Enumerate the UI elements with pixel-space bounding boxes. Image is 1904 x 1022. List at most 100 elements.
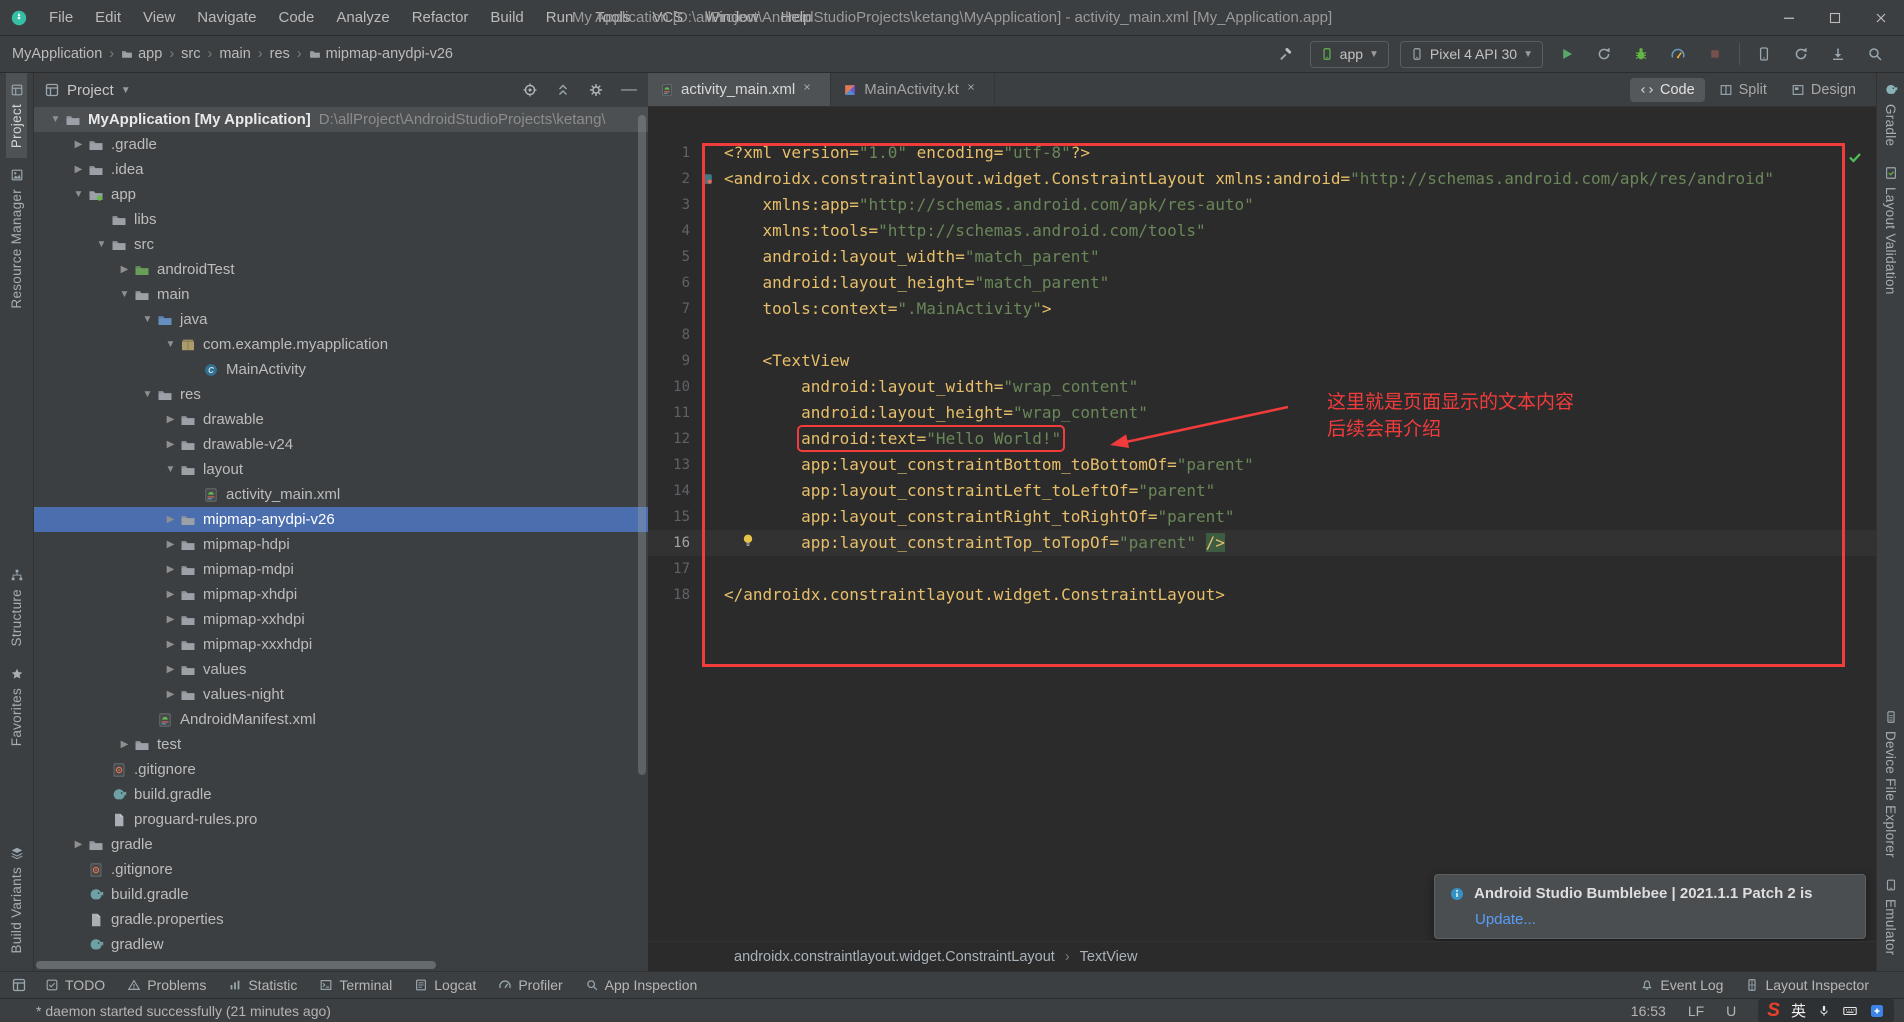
breadcrumb-item-res[interactable]: res — [270, 46, 290, 62]
tree-item-drawable[interactable]: ▶ drawable — [34, 407, 648, 432]
tree-chevron-expanded[interactable]: ▼ — [161, 339, 180, 350]
tree-item-build-gradle[interactable]: build.gradle — [34, 782, 648, 807]
inspections-ok-icon[interactable] — [1847, 149, 1863, 165]
tool-stripe-structure[interactable]: Structure — [6, 558, 27, 656]
line-number[interactable]: 2 — [648, 166, 690, 192]
breadcrumb-item-myapplication[interactable]: MyApplication — [12, 46, 102, 62]
code-line-15[interactable]: 15 app:layout_constraintRight_toRightOf=… — [648, 504, 1876, 530]
tree-item-values-night[interactable]: ▶ values-night — [34, 682, 648, 707]
layout-gutter-icon[interactable] — [700, 172, 714, 186]
view-mode-split[interactable]: Split — [1709, 78, 1777, 102]
sogou-logo-icon[interactable]: S — [1767, 1000, 1780, 1021]
line-number[interactable]: 12 — [648, 426, 690, 452]
tree-chevron-expanded[interactable]: ▼ — [92, 239, 111, 250]
tree-item-mainactivity[interactable]: C MainActivity — [34, 357, 648, 382]
tree-item-gitignore[interactable]: .gitignore — [34, 757, 648, 782]
tree-chevron-expanded[interactable]: ▼ — [46, 114, 65, 125]
search-everywhere-button[interactable] — [1862, 41, 1888, 67]
tree-item-test[interactable]: ▶ test — [34, 732, 648, 757]
editor-tab-mainactivity-kt[interactable]: MainActivity.kt — [831, 73, 995, 106]
close-button[interactable] — [1858, 0, 1904, 35]
code-line-13[interactable]: 13 app:layout_constraintBottom_toBottomO… — [648, 452, 1876, 478]
tree-item-gradle[interactable]: ▶ .gradle — [34, 132, 648, 157]
tool-stripe-gradle[interactable]: Gradle — [1880, 73, 1901, 156]
toolbar-button-app-inspection[interactable]: App Inspection — [574, 972, 709, 999]
microphone-icon[interactable] — [1817, 1004, 1831, 1018]
code-line-10[interactable]: 10 android:layout_width="wrap_content" — [648, 374, 1876, 400]
tree-chevron-collapsed[interactable]: ▶ — [161, 514, 180, 525]
code-line-4[interactable]: 4 xmlns:tools="http://schemas.android.co… — [648, 218, 1876, 244]
line-number[interactable]: 10 — [648, 374, 690, 400]
toolbar-button-terminal[interactable]: Terminal — [308, 972, 403, 999]
tree-item-com-example-myapplication[interactable]: ▼ com.example.myapplication — [34, 332, 648, 357]
tree-item-build-gradle[interactable]: build.gradle — [34, 882, 648, 907]
intention-bulb-icon[interactable] — [740, 532, 756, 548]
tree-chevron-collapsed[interactable]: ▶ — [161, 564, 180, 575]
tool-stripe-resource-manager[interactable]: Resource Manager — [6, 158, 27, 319]
update-notification[interactable]: Android Studio Bumblebee | 2021.1.1 Patc… — [1434, 874, 1866, 939]
tree-item-androidtest[interactable]: ▶ androidTest — [34, 257, 648, 282]
chevron-down-icon[interactable]: ▼ — [121, 85, 131, 96]
line-number[interactable]: 13 — [648, 452, 690, 478]
tree-item-src[interactable]: ▼ src — [34, 232, 648, 257]
menu-analyze[interactable]: Analyze — [325, 0, 400, 35]
stop-button[interactable] — [1702, 41, 1728, 67]
profile-button[interactable] — [1665, 41, 1691, 67]
status-message[interactable]: * daemon started successfully (21 minute… — [36, 1003, 331, 1019]
run-button[interactable] — [1554, 41, 1580, 67]
line-ending-widget[interactable]: LF — [1688, 1003, 1704, 1019]
code-line-8[interactable]: 8 — [648, 322, 1876, 348]
ime-language-indicator[interactable]: 英 — [1791, 1000, 1806, 1021]
tree-chevron-expanded[interactable]: ▼ — [161, 464, 180, 475]
tree-item-res[interactable]: ▼ res — [34, 382, 648, 407]
collapse-all-button[interactable] — [554, 81, 572, 99]
tool-stripe-layout-validation[interactable]: Layout Validation — [1880, 156, 1901, 305]
close-tab-icon[interactable] — [802, 82, 818, 98]
toolbar-button-statistic[interactable]: Statistic — [217, 972, 308, 999]
menu-file[interactable]: File — [38, 0, 84, 35]
line-number[interactable]: 16 — [648, 530, 690, 556]
tree-item-mipmap-mdpi[interactable]: ▶ mipmap-mdpi — [34, 557, 648, 582]
code-line-11[interactable]: 11 android:layout_height="wrap_content" — [648, 400, 1876, 426]
maximize-button[interactable] — [1812, 0, 1858, 35]
encoding-widget[interactable]: U — [1726, 1003, 1736, 1019]
device-dropdown[interactable]: Pixel 4 API 30 ▼ — [1399, 40, 1543, 68]
tree-chevron-collapsed[interactable]: ▶ — [161, 539, 180, 550]
code-line-5[interactable]: 5 android:layout_width="match_parent" — [648, 244, 1876, 270]
ime-toolbox-icon[interactable] — [1869, 1003, 1885, 1019]
line-number[interactable]: 3 — [648, 192, 690, 218]
code-line-17[interactable]: 17 — [648, 556, 1876, 582]
breadcrumb-item-app[interactable]: app — [121, 46, 162, 62]
line-number[interactable]: 18 — [648, 582, 690, 608]
line-number[interactable]: 6 — [648, 270, 690, 296]
tree-item-mipmap-hdpi[interactable]: ▶ mipmap-hdpi — [34, 532, 648, 557]
code-line-9[interactable]: 9 <TextView — [648, 348, 1876, 374]
tree-chevron-collapsed[interactable]: ▶ — [161, 639, 180, 650]
tree-item-main[interactable]: ▼ main — [34, 282, 648, 307]
tree-chevron-expanded[interactable]: ▼ — [138, 314, 157, 325]
code-line-16[interactable]: 16 app:layout_constraintTop_toTopOf="par… — [648, 530, 1876, 556]
menu-navigate[interactable]: Navigate — [186, 0, 267, 35]
minimize-button[interactable] — [1766, 0, 1812, 35]
tree-chevron-collapsed[interactable]: ▶ — [161, 614, 180, 625]
keyboard-icon[interactable] — [1842, 1003, 1858, 1019]
tool-stripe-favorites[interactable]: Favorites — [6, 657, 27, 756]
breadcrumb-element[interactable]: TextView — [1080, 949, 1138, 965]
tree-item-idea[interactable]: ▶ .idea — [34, 157, 648, 182]
tool-stripe-emulator[interactable]: Emulator — [1880, 868, 1901, 965]
debug-button[interactable] — [1628, 41, 1654, 67]
breadcrumb-item-main[interactable]: main — [219, 46, 250, 62]
tree-item-mipmap-xhdpi[interactable]: ▶ mipmap-xhdpi — [34, 582, 648, 607]
tree-chevron-collapsed[interactable]: ▶ — [161, 689, 180, 700]
code-line-14[interactable]: 14 app:layout_constraintLeft_toLeftOf="p… — [648, 478, 1876, 504]
menu-edit[interactable]: Edit — [84, 0, 132, 35]
tree-item-gitignore[interactable]: .gitignore — [34, 857, 648, 882]
tree-chevron-collapsed[interactable]: ▶ — [161, 414, 180, 425]
code-line-2[interactable]: 2 <androidx.constraintlayout.widget.Const… — [648, 166, 1876, 192]
tree-item-mipmap-xxxhdpi[interactable]: ▶ mipmap-xxxhdpi — [34, 632, 648, 657]
project-panel-title[interactable]: Project — [67, 82, 114, 99]
apply-changes-button[interactable] — [1591, 41, 1617, 67]
sync-gradle-button[interactable] — [1788, 41, 1814, 67]
line-number[interactable]: 14 — [648, 478, 690, 504]
toolwindow-switcher-button[interactable] — [10, 976, 28, 994]
